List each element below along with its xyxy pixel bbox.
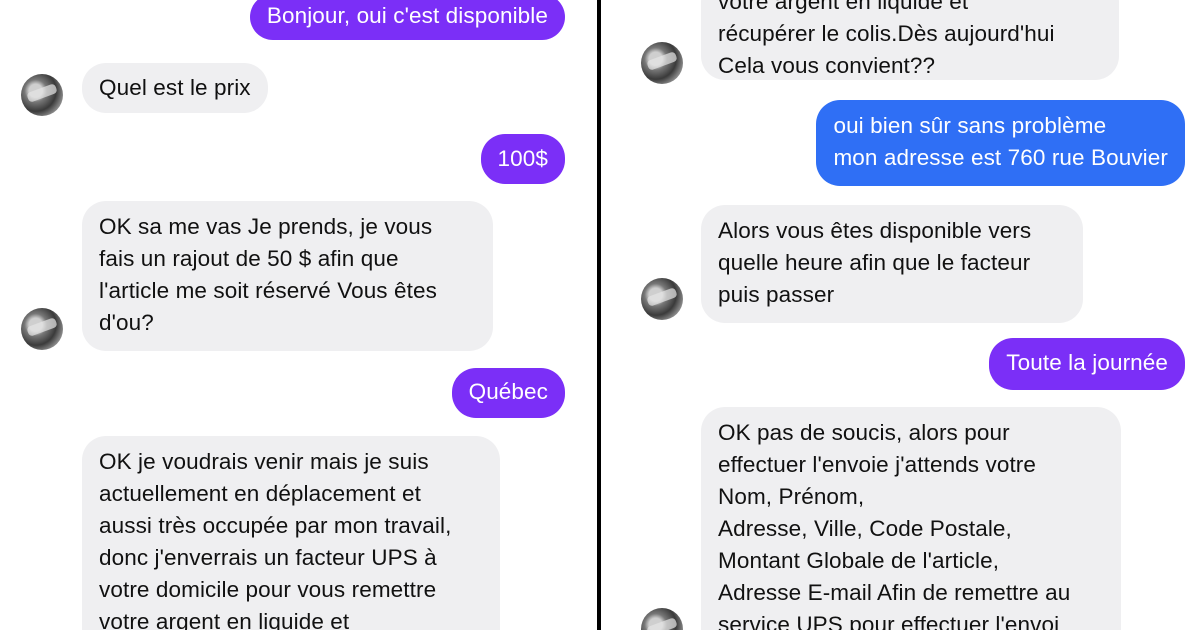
message-bubble-incoming[interactable]: OK je voudrais venir mais je suis actuel… xyxy=(82,436,500,630)
message-bubble-incoming[interactable]: OK pas de soucis, alors pour effectuer l… xyxy=(701,407,1121,630)
avatar-icon xyxy=(641,608,683,630)
avatar-icon xyxy=(21,308,63,350)
avatar-icon xyxy=(641,42,683,84)
message-bubble-incoming[interactable]: Quel est le prix xyxy=(82,63,268,113)
panel-divider xyxy=(597,0,601,630)
message-bubble-incoming[interactable]: votre argent en liquide et récupérer le … xyxy=(701,0,1119,80)
message-bubble-incoming[interactable]: Alors vous êtes disponible vers quelle h… xyxy=(701,205,1083,323)
message-bubble-outgoing[interactable]: Québec xyxy=(451,368,565,418)
avatar-icon xyxy=(641,278,683,320)
right-chat-panel: votre argent en liquide et récupérer le … xyxy=(603,0,1200,630)
avatar-icon xyxy=(21,74,63,116)
message-bubble-outgoing[interactable]: 100$ xyxy=(480,134,565,184)
message-bubble-outgoing[interactable]: Bonjour, oui c'est disponible xyxy=(249,0,565,40)
left-chat-panel: Bonjour, oui c'est disponible Quel est l… xyxy=(0,0,597,630)
message-bubble-incoming[interactable]: OK sa me vas Je prends, je vous fais un … xyxy=(82,201,493,351)
message-bubble-outgoing[interactable]: oui bien sûr sans problème mon adresse e… xyxy=(816,100,1185,186)
message-bubble-outgoing[interactable]: Toute la journée xyxy=(989,338,1185,390)
